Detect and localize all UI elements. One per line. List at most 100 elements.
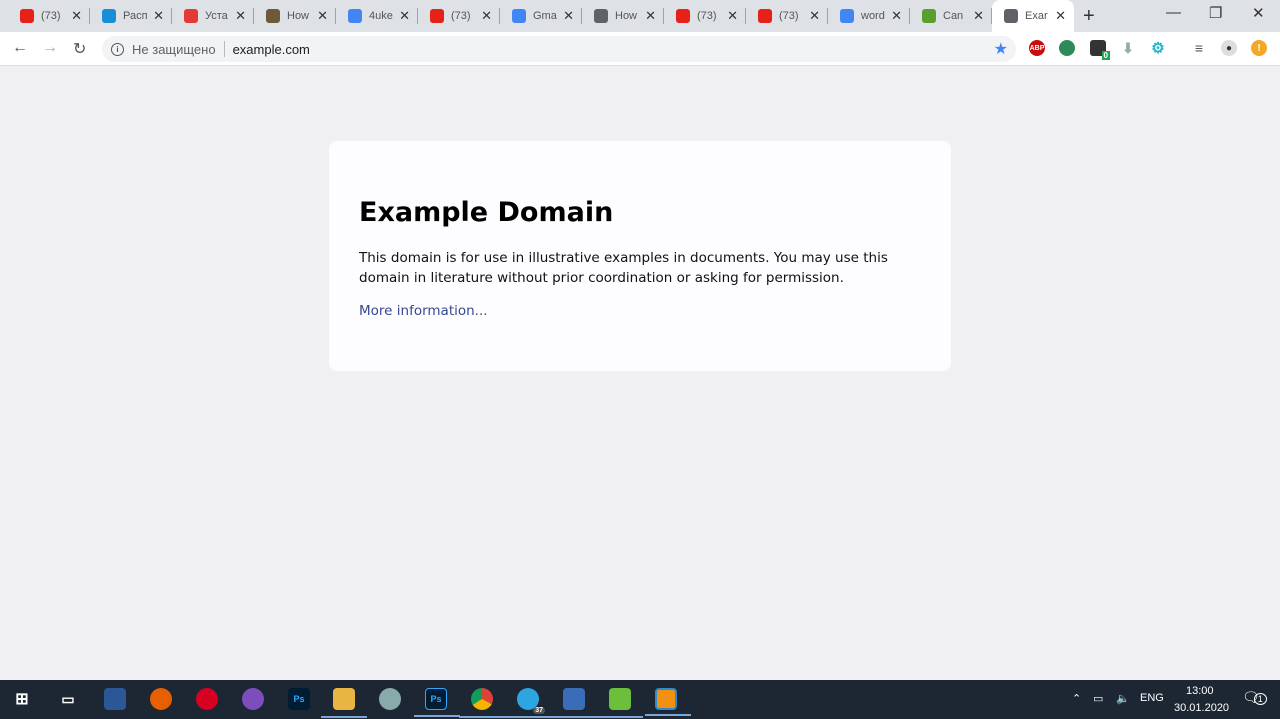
vps-icon [102, 9, 116, 23]
tab-title: Exar [1025, 10, 1048, 22]
image-icon [266, 9, 280, 23]
windows-start-icon[interactable]: ⊞ [11, 688, 33, 710]
divider [223, 41, 225, 57]
close-tab-icon[interactable]: ✕ [645, 8, 656, 24]
update-alert-icon[interactable]: ! [1251, 40, 1267, 56]
photoshop-icon[interactable]: Ps [288, 688, 310, 710]
tab[interactable]: (73) ✕ [746, 0, 828, 32]
notification-count: 1 [1253, 693, 1267, 705]
extension-icon[interactable]: 0 [1090, 40, 1110, 60]
close-tab-icon[interactable]: ✕ [153, 8, 164, 24]
tab-title: How [615, 10, 638, 22]
back-button[interactable]: ← [12, 39, 28, 57]
browser-toolbar: ← → ↻ i Не защищено example.com ★ ABP 0 … [0, 32, 1280, 66]
content-card: Example Domain This domain is for use in… [329, 141, 951, 371]
clock-date[interactable]: 30.01.2020 [1174, 702, 1229, 714]
google-icon [512, 9, 526, 23]
close-tab-icon[interactable]: ✕ [1055, 8, 1066, 24]
battery-icon[interactable]: ▭ [1093, 692, 1103, 705]
close-tab-icon[interactable]: ✕ [973, 8, 984, 24]
close-tab-icon[interactable]: ✕ [563, 8, 574, 24]
close-tab-icon[interactable]: ✕ [235, 8, 246, 24]
a-icon [922, 9, 936, 23]
reload-button[interactable]: ↻ [73, 39, 86, 59]
forward-button[interactable]: → [42, 39, 58, 57]
more-information-link[interactable]: More information... [359, 303, 488, 319]
task-view-icon[interactable]: ▭ [57, 688, 79, 710]
opera-icon[interactable] [196, 688, 218, 710]
adblock-plus-icon[interactable]: ABP [1029, 40, 1045, 56]
address-bar[interactable]: i Не защищено example.com ★ [102, 36, 1016, 62]
telegram-badge: 37 [533, 707, 545, 714]
media-queue-icon[interactable]: ≡ [1191, 40, 1207, 56]
youtube-icon [676, 9, 690, 23]
telegram-icon[interactable]: 37 [505, 688, 551, 718]
tab[interactable]: How ✕ [582, 0, 664, 32]
tab-title: word [861, 10, 885, 22]
virtualbox-icon[interactable] [645, 688, 691, 716]
tab-title: Расп [123, 10, 148, 22]
tab[interactable]: Расп ✕ [90, 0, 172, 32]
tab[interactable]: 4uke ✕ [336, 0, 418, 32]
tab[interactable]: word ✕ [828, 0, 910, 32]
globe-extension-icon[interactable] [1059, 40, 1075, 56]
youtube-icon [758, 9, 772, 23]
minimize-button[interactable]: — [1166, 4, 1181, 21]
tray-chevron-icon[interactable]: ⌃ [1072, 692, 1081, 705]
tab-title: Can [943, 10, 964, 22]
chrome-icon[interactable] [459, 688, 505, 718]
close-tab-icon[interactable]: ✕ [891, 8, 902, 24]
close-tab-icon[interactable]: ✕ [399, 8, 410, 24]
file-explorer-icon[interactable] [321, 688, 367, 718]
close-tab-icon[interactable]: ✕ [727, 8, 738, 24]
tab-title: Gma [533, 10, 557, 22]
volume-icon[interactable]: 🔈 [1116, 692, 1130, 705]
tab-title: (73) [41, 10, 61, 22]
firefox-icon[interactable] [150, 688, 172, 710]
tab[interactable]: (73) ✕ [664, 0, 746, 32]
security-label: Не защищено [132, 41, 216, 57]
notifications-icon[interactable]: 🗨1 [1242, 689, 1267, 706]
maximize-button[interactable]: ❐ [1209, 4, 1222, 22]
google-icon [348, 9, 362, 23]
tab-title: Уста [205, 10, 228, 22]
bookmark-star-icon[interactable]: ★ [994, 39, 1008, 59]
globe-icon [1004, 9, 1018, 23]
tab[interactable]: How ✕ [254, 0, 336, 32]
close-tab-icon[interactable]: ✕ [809, 8, 820, 24]
tab[interactable]: (73) ✕ [8, 0, 90, 32]
info-icon[interactable]: i [111, 42, 124, 56]
tab-title: How [287, 10, 310, 22]
close-tab-icon[interactable]: ✕ [481, 8, 492, 24]
tab-title: (73) [779, 10, 799, 22]
tab[interactable]: Can ✕ [910, 0, 992, 32]
close-window-button[interactable]: ✕ [1252, 4, 1265, 22]
tab[interactable]: Уста ✕ [172, 0, 254, 32]
tab[interactable]: (73) ✕ [418, 0, 500, 32]
notepad-icon[interactable] [597, 688, 643, 718]
page-title: Example Domain [359, 197, 614, 228]
profile-avatar[interactable]: ● [1221, 40, 1237, 56]
viber-icon[interactable] [242, 688, 264, 710]
tab-title: (73) [451, 10, 471, 22]
network-app-icon[interactable] [551, 688, 597, 718]
youtube-icon [430, 9, 444, 23]
clock-time[interactable]: 13:00 [1186, 685, 1214, 697]
download-icon[interactable]: ⬇ [1120, 40, 1136, 56]
youtube-icon [20, 9, 34, 23]
tab-title: (73) [697, 10, 717, 22]
tab[interactable]: Gma ✕ [500, 0, 582, 32]
gear-extension-icon[interactable]: ⚙ [1150, 40, 1166, 57]
close-tab-icon[interactable]: ✕ [71, 8, 82, 24]
paint-icon[interactable] [379, 688, 401, 710]
page-description: This domain is for use in illustrative e… [359, 250, 888, 286]
tab[interactable]: Exar ✕ [992, 0, 1074, 32]
language-indicator[interactable]: ENG [1140, 692, 1164, 704]
docs-icon [840, 9, 854, 23]
new-tab-button[interactable]: + [1083, 5, 1095, 28]
taskbar: ⊞ ▭ Ps Ps 37 ⌃ ▭ 🔈 ENG 13:00 30.01.2020 … [0, 680, 1280, 719]
save-app-icon[interactable] [104, 688, 126, 710]
tab-strip: + — ❐ ✕ (73) ✕ Расп ✕ Уста ✕ How ✕ 4uke ✕ (73) ✕ Gma… [0, 0, 1280, 32]
close-tab-icon[interactable]: ✕ [317, 8, 328, 24]
photoshop-open-icon[interactable]: Ps [414, 688, 460, 717]
